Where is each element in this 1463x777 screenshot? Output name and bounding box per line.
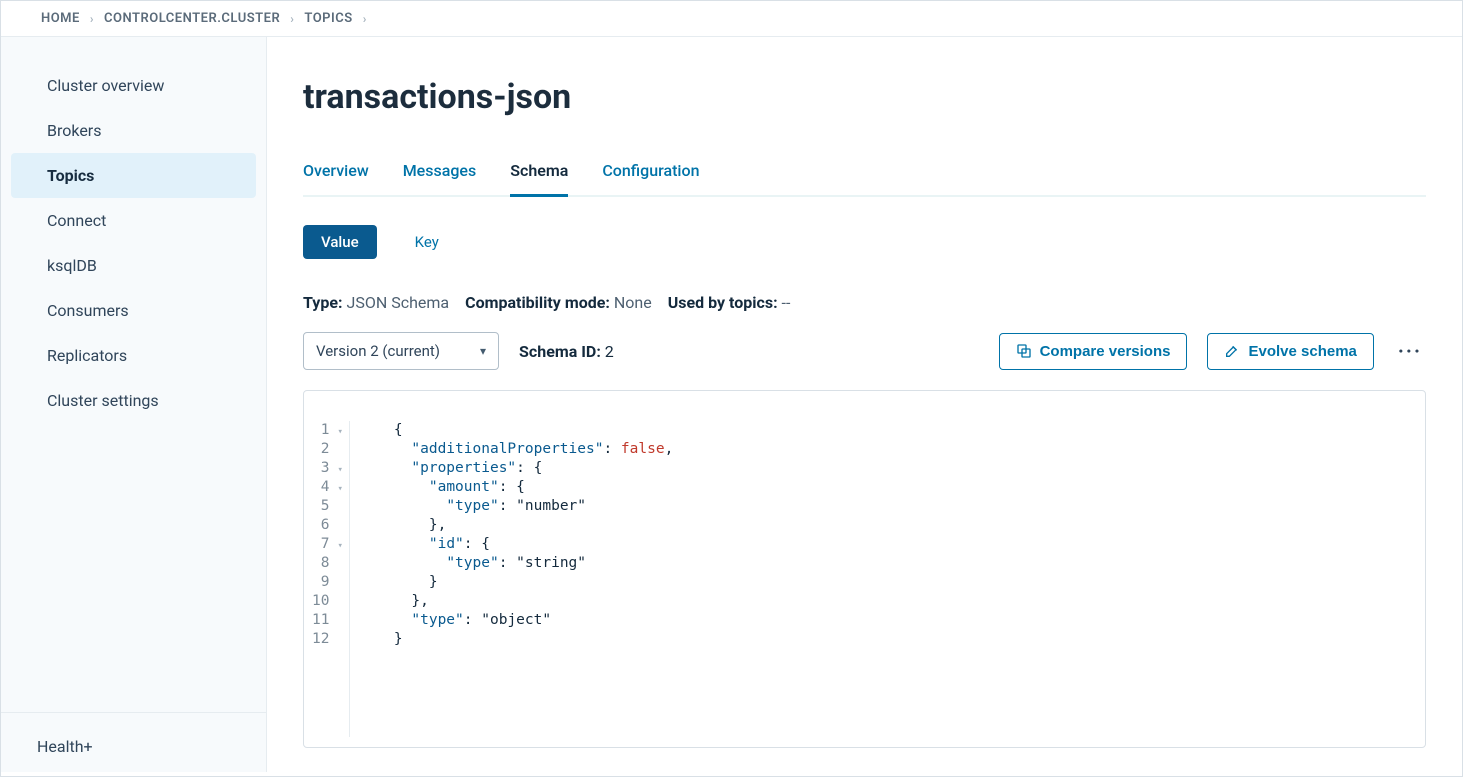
sidebar-item-brokers[interactable]: Brokers <box>11 108 256 153</box>
sidebar: Cluster overviewBrokersTopicsConnectksql… <box>1 37 267 772</box>
subtab-key[interactable]: Key <box>397 225 457 259</box>
page-title: transactions-json <box>303 77 1426 117</box>
breadcrumb: HOME › CONTROLCENTER.CLUSTER › TOPICS › <box>1 1 1462 37</box>
meta-compat-label: Compatibility mode: <box>465 293 610 312</box>
compare-versions-button[interactable]: Compare versions <box>999 333 1188 370</box>
sidebar-item-connect[interactable]: Connect <box>11 198 256 243</box>
schema-subtabs: Value Key <box>303 225 1426 259</box>
tabs: Overview Messages Schema Configuration <box>303 161 1426 197</box>
more-menu-icon[interactable]: ··· <box>1394 339 1426 363</box>
meta-type-value: JSON Schema <box>346 293 449 312</box>
meta-usedby-value: -- <box>782 293 791 312</box>
subtab-value[interactable]: Value <box>303 225 377 259</box>
tab-configuration[interactable]: Configuration <box>602 161 699 197</box>
sidebar-item-cluster-settings[interactable]: Cluster settings <box>11 378 256 423</box>
meta-type-label: Type: <box>303 293 343 312</box>
schema-meta: Type: JSON Schema Compatibility mode: No… <box>303 293 1426 312</box>
meta-usedby-label: Used by topics: <box>668 293 778 312</box>
compare-icon <box>1016 343 1032 359</box>
chevron-down-icon: ▾ <box>480 344 486 358</box>
sidebar-item-health[interactable]: Health+ <box>1 721 266 772</box>
schema-id: Schema ID: 2 <box>519 342 614 361</box>
fold-gutter: ▾▾▾▾ <box>337 421 349 737</box>
sidebar-divider <box>1 712 266 713</box>
chevron-right-icon: › <box>290 12 294 26</box>
chevron-right-icon: › <box>363 12 367 26</box>
line-gutter: 123456789101112 <box>304 421 337 737</box>
crumb-topics[interactable]: TOPICS <box>304 11 352 26</box>
tab-messages[interactable]: Messages <box>403 161 477 197</box>
tab-overview[interactable]: Overview <box>303 161 369 197</box>
meta-compat-value: None <box>614 293 652 312</box>
version-dropdown[interactable]: Version 2 (current) ▾ <box>303 332 499 370</box>
sidebar-item-topics[interactable]: Topics <box>11 153 256 198</box>
sidebar-item-cluster-overview[interactable]: Cluster overview <box>11 63 256 108</box>
sidebar-item-ksqldb[interactable]: ksqlDB <box>11 243 256 288</box>
schema-code: 123456789101112 ▾▾▾▾ { "additionalProper… <box>303 390 1426 748</box>
sidebar-item-replicators[interactable]: Replicators <box>11 333 256 378</box>
tab-schema[interactable]: Schema <box>510 161 568 197</box>
crumb-home[interactable]: HOME <box>41 11 80 26</box>
sidebar-item-consumers[interactable]: Consumers <box>11 288 256 333</box>
evolve-schema-button[interactable]: Evolve schema <box>1207 333 1373 370</box>
version-selected: Version 2 (current) <box>316 342 440 360</box>
chevron-right-icon: › <box>90 12 94 26</box>
edit-icon <box>1224 343 1240 359</box>
crumb-cluster[interactable]: CONTROLCENTER.CLUSTER <box>104 11 280 26</box>
main-content: transactions-json Overview Messages Schema… <box>267 37 1462 772</box>
code-area[interactable]: { "additionalProperties": false, "proper… <box>349 421 673 737</box>
